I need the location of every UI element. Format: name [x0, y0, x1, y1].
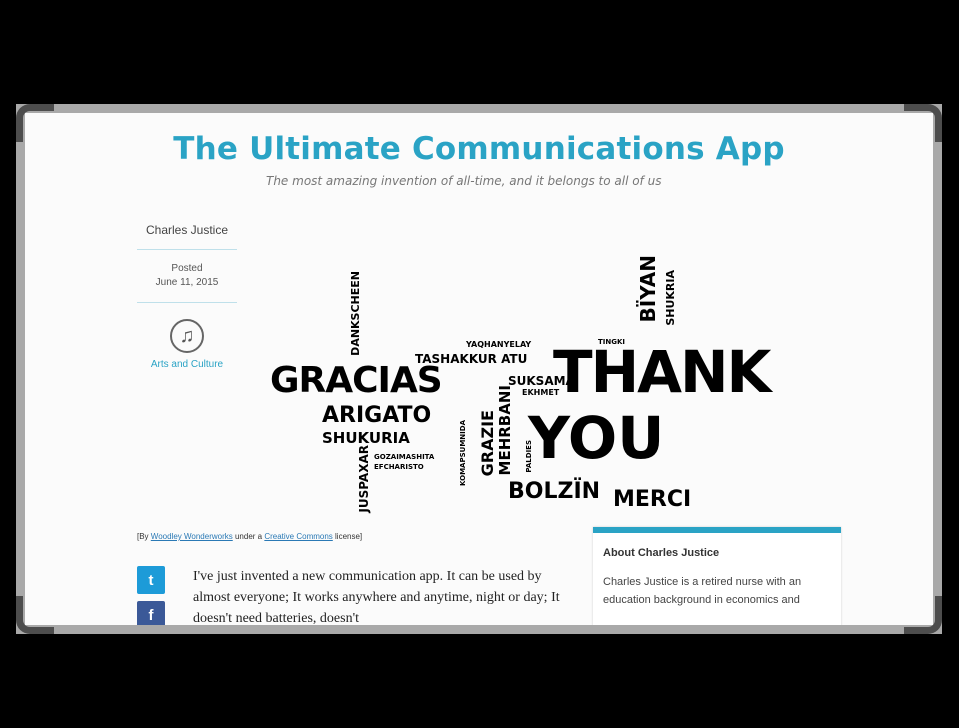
cloud-word: ARIGATO: [322, 403, 432, 428]
article-body: I've just invented a new communication a…: [193, 569, 560, 626]
post-author[interactable]: Charles Justice: [137, 223, 237, 237]
cloud-word: JUSPAXAR: [357, 445, 371, 513]
frame-corner: [16, 596, 54, 634]
cloud-word: GRACIAS: [270, 360, 443, 401]
cloud-word: THANK: [553, 338, 771, 406]
cloud-word: KOMAPSUMNIDA: [459, 420, 467, 486]
cloud-word: DANKSCHEEN: [349, 271, 362, 356]
cloud-word: YOU: [528, 404, 665, 472]
frame-corner: [16, 104, 54, 142]
divider: [137, 302, 237, 303]
posted-label: Posted: [171, 263, 203, 274]
divider: [137, 249, 237, 250]
posted-date: June 11, 2015: [155, 277, 219, 288]
credit-author-link[interactable]: Woodley Wonderworks: [151, 532, 233, 541]
cloud-word: MEHRBANI: [496, 385, 514, 476]
about-heading: About Charles Justice: [603, 547, 720, 559]
cloud-word: PALDIES: [525, 440, 533, 473]
post-meta: Charles Justice Posted June 11, 2015 ♫ A…: [137, 223, 237, 370]
cloud-word: BÏYAN: [636, 255, 660, 323]
cloud-word: TASHAKKUR ATU: [415, 352, 528, 366]
browser-frame: The Ultimate Communications App The most…: [16, 104, 942, 634]
cloud-word: YAQHANYELAY: [466, 340, 532, 349]
about-text: Charles Justice is a retired nurse with …: [603, 576, 802, 606]
credit-license-link[interactable]: Creative Commons: [264, 532, 332, 541]
cloud-word: GRAZIE: [478, 410, 497, 477]
image-credit: [By Woodley Wonderworks under a Creative…: [137, 532, 363, 541]
frame-corner: [904, 596, 942, 634]
frame-corner: [904, 104, 942, 142]
about-author-box: About Charles Justice Charles Justice is…: [593, 527, 841, 625]
cloud-word: EKHMET: [522, 388, 560, 397]
social-share: t f: [137, 566, 165, 625]
cloud-word: EFCHARISTO: [374, 463, 424, 471]
site-title[interactable]: The Ultimate Communications App: [25, 131, 933, 167]
site-tagline: The most amazing invention of all-time, …: [266, 174, 662, 188]
cloud-word: SHUKRIA: [664, 270, 677, 326]
twitter-icon[interactable]: t: [137, 566, 165, 594]
cloud-word: MERCI: [613, 487, 692, 512]
cloud-word: SUKSAMA: [508, 374, 575, 388]
category-link[interactable]: Arts and Culture: [137, 359, 237, 370]
word-cloud-image: THANK YOU GRACIAS ARIGATO SHUKURIA BOLZÏ…: [270, 245, 850, 515]
facebook-icon[interactable]: f: [137, 601, 165, 625]
cloud-word: GOZAIMASHITA: [374, 453, 435, 461]
music-note-icon[interactable]: ♫: [170, 319, 204, 353]
cloud-word: TINGKI: [598, 338, 626, 346]
cloud-word: BOLZÏN: [508, 479, 601, 504]
